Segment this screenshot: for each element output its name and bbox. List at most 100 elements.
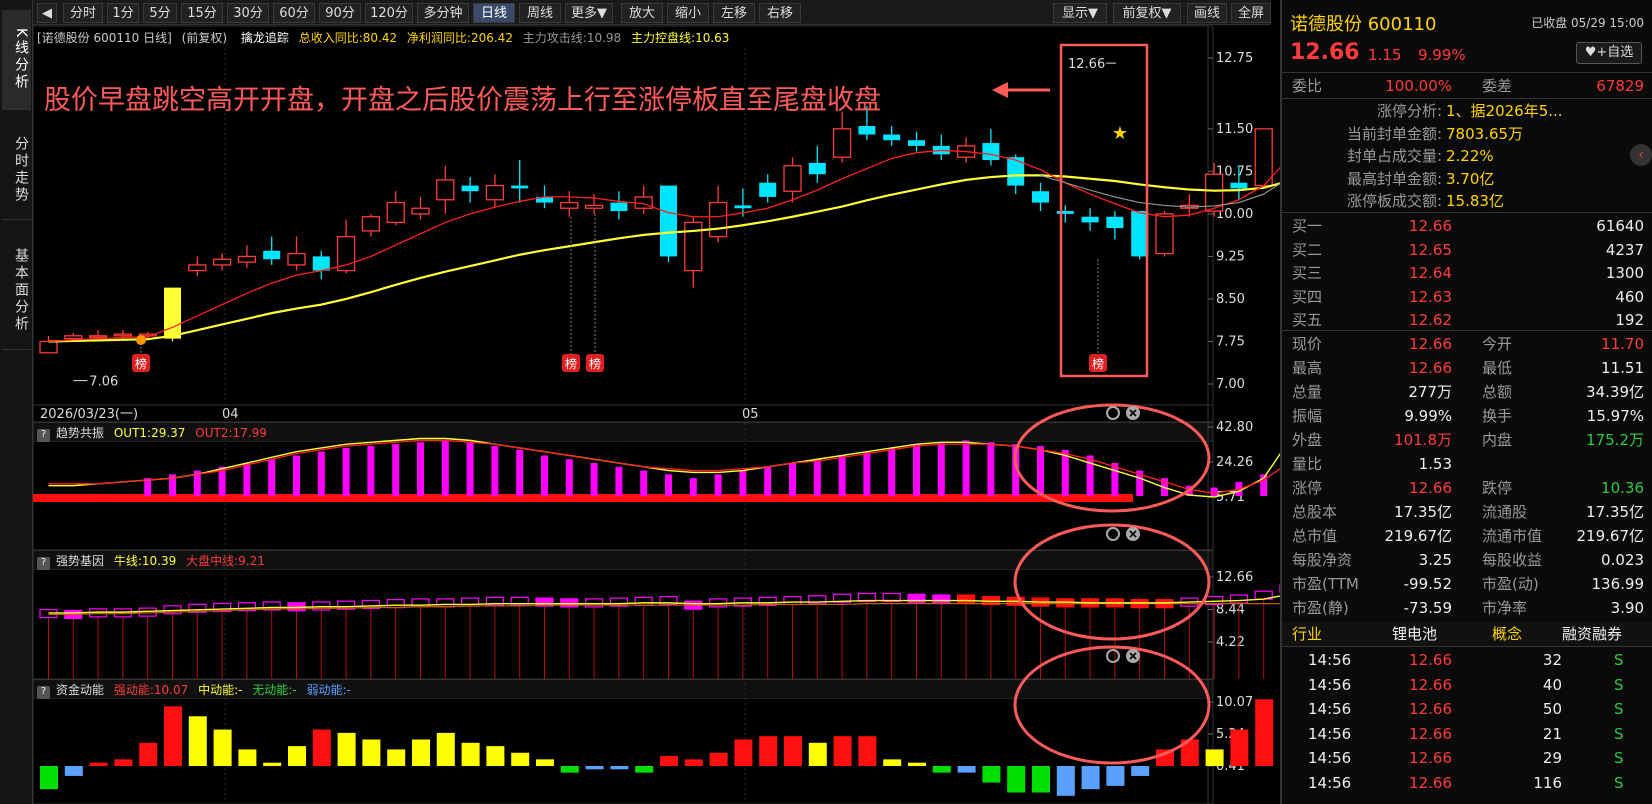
fund-bar	[957, 766, 976, 773]
fund-bar	[288, 746, 306, 766]
high-price-label: 12.66	[1068, 57, 1105, 72]
x-axis-label: 2026/03/23(一)	[40, 407, 138, 422]
trend-bar	[367, 446, 375, 496]
candle-body	[708, 201, 728, 238]
stat-value: 10.36	[1601, 479, 1644, 497]
highlight-ellipse	[1013, 523, 1211, 641]
fund-bar	[164, 706, 182, 766]
stat-row: 振幅 9.99% 换手 15.97%	[1282, 404, 1652, 428]
stat-value: 1.53	[1418, 455, 1452, 473]
rank-badge-text: 榜	[135, 356, 147, 371]
industry-value[interactable]: 锂电池	[1392, 622, 1437, 646]
y-tick-label: 12.75	[1216, 51, 1253, 66]
star-icon: ★	[1112, 123, 1128, 144]
stat-value: 0.023	[1601, 551, 1644, 569]
y-tick-label: 10.07	[1216, 695, 1253, 710]
fund-bar	[511, 752, 530, 766]
stat-label: 外盘	[1292, 431, 1323, 449]
stat-label: 涨停	[1292, 479, 1323, 497]
candle-body	[584, 204, 604, 209]
x-axis-label: 04	[222, 407, 239, 422]
limit-label: 最高封单金额:	[1346, 169, 1442, 188]
gene-box	[386, 599, 405, 609]
stat-label: 总量	[1292, 383, 1323, 401]
trade-tick-row: 14:56 12.66 40 S	[1282, 673, 1652, 697]
gene-box	[634, 596, 653, 606]
fund-bar	[64, 766, 83, 776]
candle-body	[982, 143, 1000, 161]
gene-box	[1229, 594, 1249, 604]
stat-row: 涨停 12.66 跌停 10.36	[1282, 476, 1652, 500]
bid-price: 12.65	[1409, 240, 1452, 259]
stat-label: 今开	[1482, 335, 1513, 353]
fund-bar	[213, 729, 232, 766]
weibi-value: 100.00%	[1385, 77, 1452, 95]
limit-analysis-row[interactable]: 涨停分析: 1、据2026年5...	[1282, 100, 1652, 122]
trend-bar	[516, 449, 524, 496]
collapse-panel-icon[interactable]: ‹	[1630, 144, 1652, 166]
bid-row: 买二 12.65 4237	[1282, 238, 1652, 262]
fund-bar	[1230, 729, 1249, 766]
stat-row: 现价 12.66 今开 11.70	[1282, 332, 1652, 356]
rank-badge-text: 榜	[589, 356, 601, 371]
candle-body	[1056, 211, 1074, 214]
fund-bar	[387, 749, 406, 766]
bid-volume: 192	[1615, 311, 1644, 329]
stat-row: 市盈(静) -73.59 市净率 3.90	[1282, 596, 1652, 620]
gear-icon	[1106, 649, 1120, 663]
trend-bar	[689, 478, 697, 496]
trend-bar	[541, 455, 548, 496]
candle-body	[237, 255, 257, 263]
stat-value: 9.99%	[1404, 407, 1452, 425]
trend-bar	[590, 463, 598, 496]
kline-chart-area[interactable]: 12.7511.5010.7510.009.258.507.757.002026…	[0, 0, 1280, 804]
add-watchlist-button[interactable]: ♥+自选	[1576, 42, 1642, 64]
stat-value: 11.70	[1601, 335, 1644, 353]
fund-bar	[486, 746, 505, 766]
stat-value: 3.25	[1418, 551, 1452, 569]
fund-bar	[660, 756, 678, 766]
candle-body	[188, 264, 207, 272]
highlight-ellipse	[1013, 645, 1211, 765]
heart-icon: ♥	[1584, 45, 1597, 60]
limit-analysis-row: 当前封单金额: 7803.65万	[1282, 123, 1652, 145]
fund-bar	[908, 762, 926, 766]
weicha-label: 委差	[1482, 77, 1513, 95]
gene-box	[783, 595, 802, 606]
stat-label: 每股净资	[1292, 551, 1353, 569]
candle-body	[411, 207, 430, 215]
fund-bar	[932, 766, 951, 773]
limit-analysis-row: 涨停板成交额: 15.83亿	[1282, 190, 1652, 212]
y-tick-label: 12.66	[1216, 570, 1253, 585]
fund-bar	[1081, 766, 1100, 790]
trend-bar	[565, 459, 573, 496]
stat-label: 总股本	[1292, 503, 1338, 521]
bid-label: 买四	[1292, 287, 1323, 306]
candle-body	[734, 205, 752, 209]
trend-bar	[417, 442, 424, 496]
candle-body	[832, 128, 852, 158]
tick-price: 12.66	[1409, 675, 1452, 694]
fund-bar	[585, 766, 604, 770]
stat-row: 量比 1.53	[1282, 452, 1652, 476]
fund-bar	[858, 736, 877, 766]
stock-code: 600110	[1367, 14, 1437, 35]
bid-price: 12.66	[1409, 217, 1452, 235]
weicha-value: 67829	[1596, 77, 1644, 95]
candle-body	[660, 185, 677, 257]
candle-body	[858, 126, 876, 135]
concept-value[interactable]: 融资融券	[1562, 622, 1622, 646]
candle-body	[908, 140, 925, 146]
fund-bar	[1007, 766, 1026, 793]
candle-body	[386, 201, 405, 224]
fund-bar	[1205, 749, 1224, 766]
fund-bar	[1255, 699, 1274, 766]
tick-side: S	[1614, 749, 1624, 767]
limit-label: 封单占成交量:	[1346, 147, 1442, 165]
candle-body	[759, 182, 777, 197]
fund-bar	[312, 729, 331, 766]
trend-bar	[888, 447, 896, 496]
stat-row: 总量 277万 总额 34.39亿	[1282, 380, 1652, 404]
tick-time: 14:56	[1308, 700, 1352, 718]
trade-tick-row: 14:56 12.66 116 S	[1282, 771, 1652, 795]
